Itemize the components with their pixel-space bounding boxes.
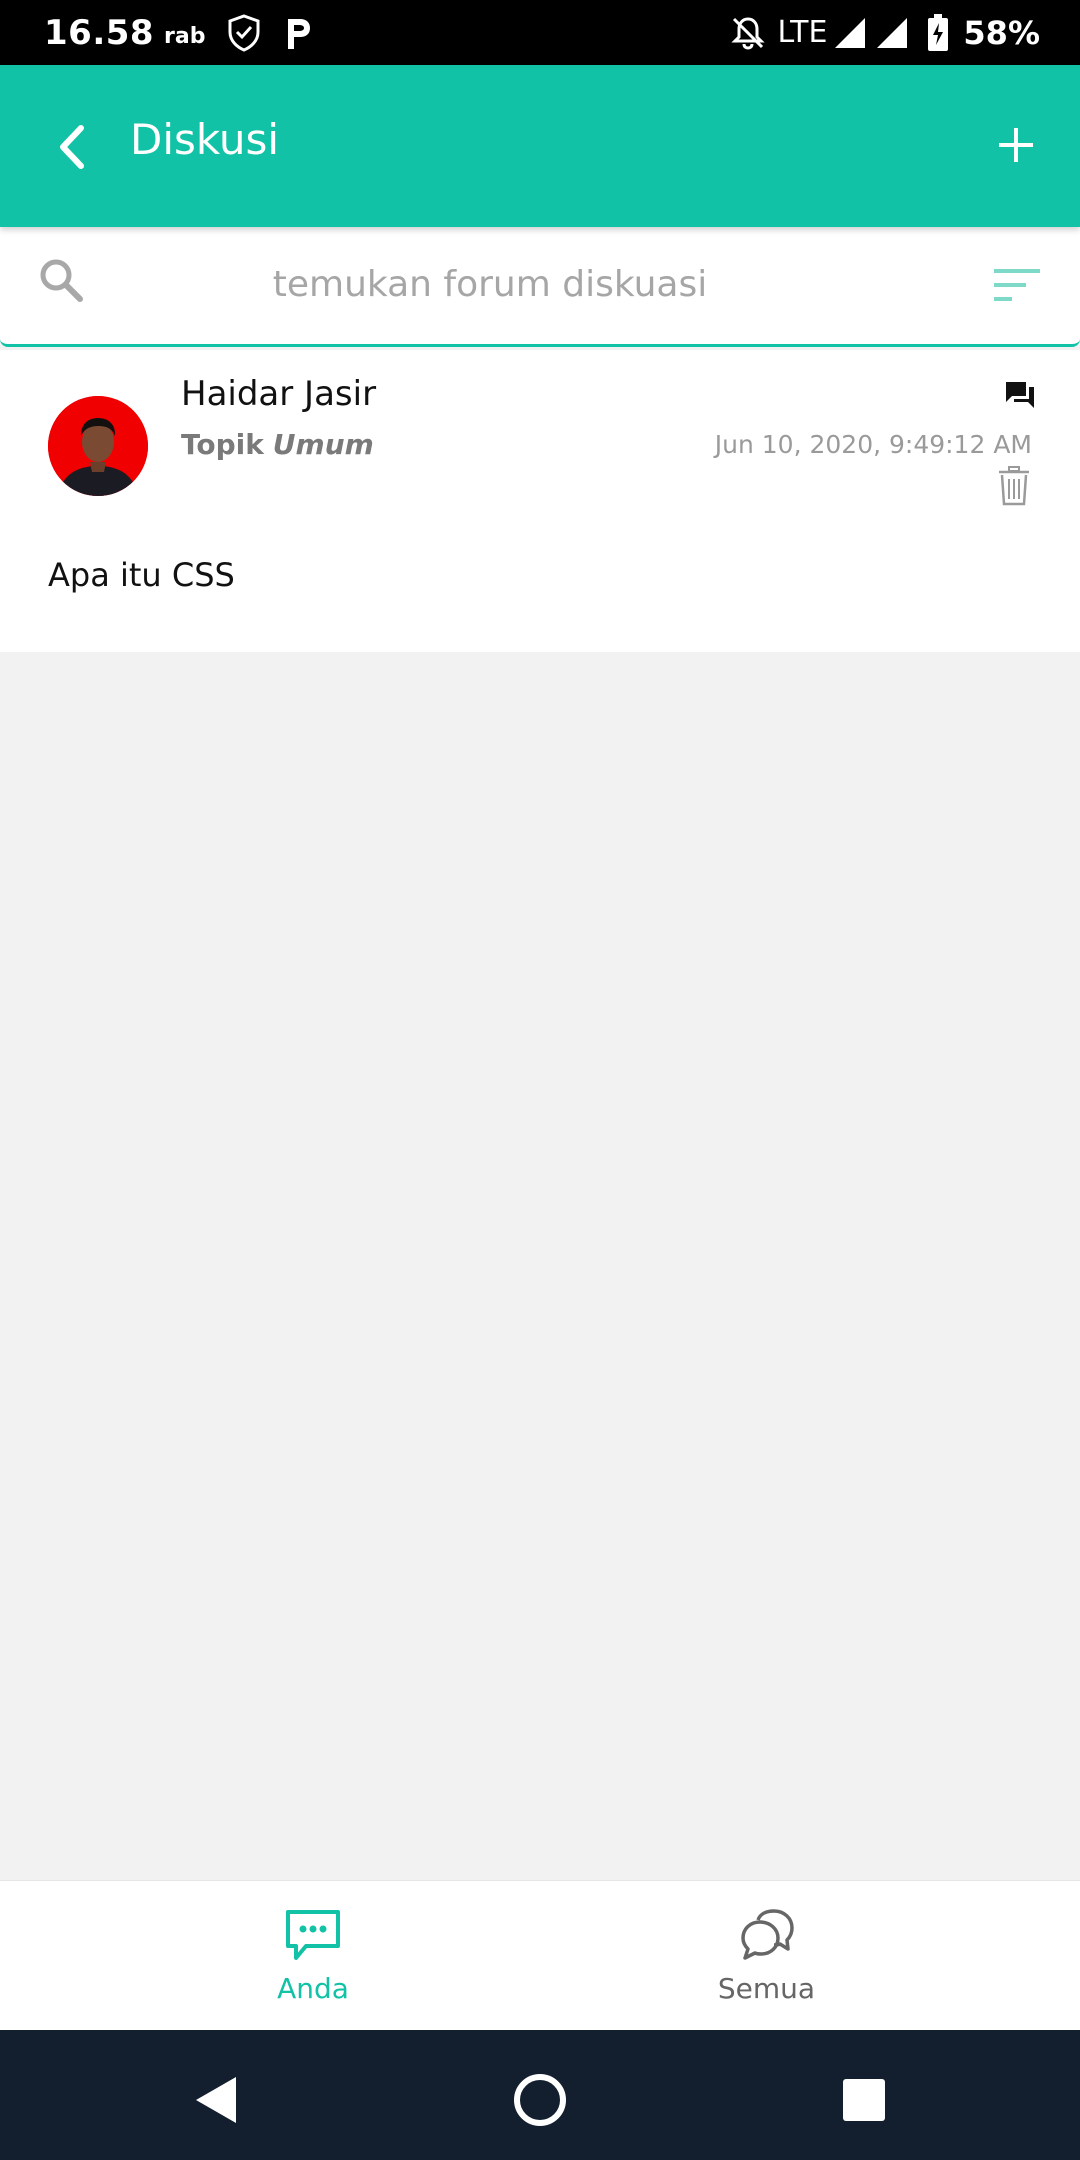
square-recents-icon bbox=[843, 2079, 885, 2121]
tab-anda-label: Anda bbox=[277, 1971, 349, 2005]
post-timestamp: Jun 10, 2020, 9:49:12 AM bbox=[714, 430, 1032, 459]
discussion-card[interactable]: Haidar Jasir Topik Umum Jun 10, 2020, 9:… bbox=[0, 350, 1080, 652]
plus-icon bbox=[999, 128, 1033, 162]
battery-charging-icon bbox=[927, 13, 949, 52]
add-discussion-button[interactable] bbox=[984, 113, 1048, 177]
system-home-button[interactable] bbox=[510, 2070, 570, 2130]
signal-icon bbox=[833, 16, 867, 50]
status-day: rab bbox=[164, 24, 206, 49]
post-body: Apa itu CSS bbox=[48, 556, 235, 594]
status-bar: 16.58 rab LTE 58% bbox=[0, 0, 1080, 65]
arrow-back-icon bbox=[60, 125, 84, 169]
app-bar: Diskusi bbox=[0, 65, 1080, 227]
triangle-back-icon bbox=[196, 2077, 236, 2123]
notifications-off-icon bbox=[730, 15, 766, 51]
search-input[interactable] bbox=[130, 249, 850, 319]
search-bar bbox=[0, 227, 1080, 347]
topic-label: Topik Umum bbox=[181, 428, 374, 461]
tab-semua-label: Semua bbox=[717, 1971, 816, 2005]
chat-bubbles-icon bbox=[740, 1908, 794, 1960]
system-back-button[interactable] bbox=[186, 2070, 246, 2130]
topic-name: Umum bbox=[272, 428, 374, 461]
shield-sync-icon bbox=[224, 13, 264, 53]
circle-home-icon bbox=[514, 2074, 566, 2126]
system-recents-button[interactable] bbox=[834, 2070, 894, 2130]
status-time: 16.58 bbox=[44, 12, 155, 53]
topic-prefix: Topik bbox=[181, 428, 264, 461]
back-button[interactable] bbox=[44, 117, 100, 177]
tab-anda[interactable]: Anda bbox=[0, 1881, 626, 2031]
avatar[interactable] bbox=[48, 396, 148, 496]
signal-icon bbox=[875, 16, 909, 50]
page-title: Diskusi bbox=[130, 115, 280, 164]
trash-icon[interactable] bbox=[998, 466, 1030, 506]
screen: 16.58 rab LTE 58% Diskusi temukan forum … bbox=[0, 0, 1080, 2160]
system-nav-bar bbox=[0, 2030, 1080, 2160]
parking-app-icon bbox=[282, 13, 314, 53]
filter-icon[interactable] bbox=[992, 265, 1042, 305]
comments-icon[interactable] bbox=[1004, 380, 1036, 410]
status-bar-right: LTE 58% bbox=[712, 13, 1040, 52]
user-photo-icon bbox=[48, 396, 148, 496]
chat-bubble-dots-icon bbox=[286, 1909, 340, 1960]
search-icon bbox=[40, 259, 83, 302]
author-name[interactable]: Haidar Jasir bbox=[181, 374, 376, 414]
bottom-nav: Anda Semua bbox=[0, 1880, 1080, 2030]
tab-semua[interactable]: Semua bbox=[540, 1881, 993, 2031]
battery-percent: 58% bbox=[963, 13, 1040, 52]
network-type: LTE bbox=[777, 15, 828, 50]
status-bar-left: 16.58 rab bbox=[44, 13, 314, 53]
